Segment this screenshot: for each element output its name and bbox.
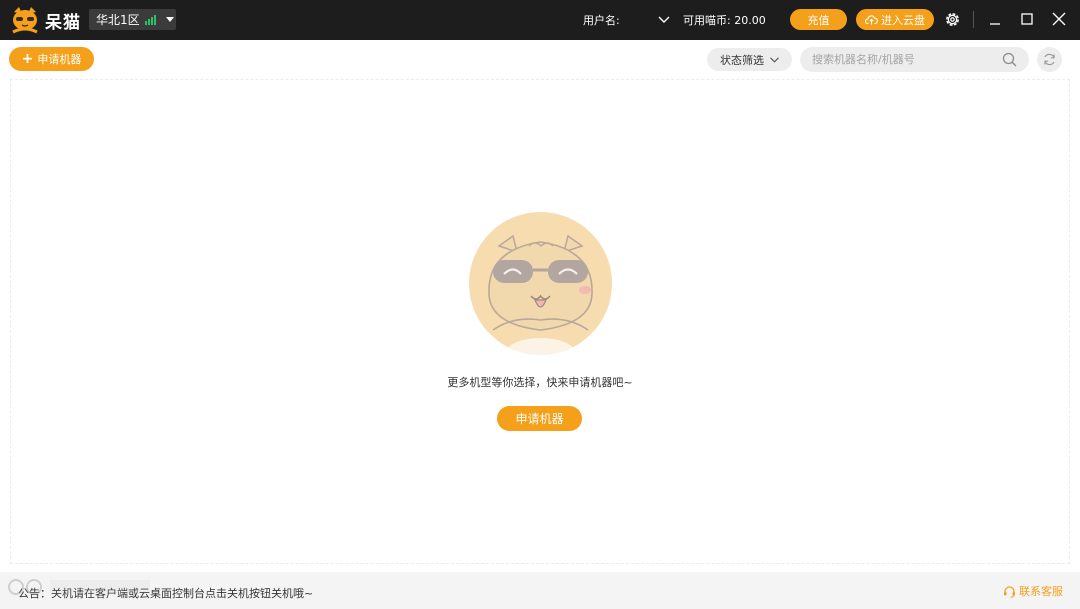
contact-support-label: 联系客服 <box>1019 585 1063 598</box>
contact-support-link[interactable]: 联系客服 <box>1003 583 1063 599</box>
close-icon[interactable] <box>1052 12 1066 26</box>
titlebar-divider <box>973 11 974 28</box>
refresh-icon <box>1044 53 1055 66</box>
apply-machine-label: 申请机器 <box>37 53 82 66</box>
apply-machine-button[interactable]: + 申请机器 <box>9 47 94 71</box>
cat-logo-icon <box>12 7 38 34</box>
cloud-disk-label: 进入云盘 <box>881 13 925 27</box>
recharge-label: 充值 <box>807 13 830 27</box>
headset-icon <box>1004 585 1015 598</box>
chevron-down-icon[interactable] <box>658 13 670 25</box>
recharge-button[interactable]: 充值 <box>790 9 847 30</box>
app-title: 呆猫 <box>45 13 81 33</box>
empty-state-cat-illustration <box>469 212 612 355</box>
region-selector[interactable]: 华北1区 <box>89 9 176 30</box>
plus-icon: + <box>21 51 34 67</box>
search-icon[interactable] <box>1002 52 1017 67</box>
username-label: 用户名: <box>583 14 620 27</box>
coin-balance: 可用喵币: 20.00 <box>683 14 766 27</box>
chevron-down-icon <box>770 56 779 63</box>
status-filter-dropdown[interactable]: 状态筛选 <box>707 48 792 71</box>
region-label: 华北1区 <box>96 13 140 27</box>
machine-list-panel: 更多机型等你选择，快来申请机器吧~ 申请机器 <box>10 79 1070 564</box>
cloud-upload-icon <box>865 15 878 25</box>
signal-icon <box>144 14 156 25</box>
empty-state-message: 更多机型等你选择，快来申请机器吧~ <box>447 376 633 389</box>
footer-bar: 公告：关机请在客户端或云桌面控制台点击关机按钮关机哦~ 联系客服 <box>0 572 1080 609</box>
gear-icon[interactable] <box>944 11 961 28</box>
status-filter-label: 状态筛选 <box>720 53 764 67</box>
refresh-button[interactable] <box>1037 47 1062 72</box>
cloud-disk-button[interactable]: 进入云盘 <box>856 9 934 30</box>
search-input[interactable] <box>812 51 997 68</box>
announcement-text: 公告：关机请在客户端或云桌面控制台点击关机按钮关机哦~ <box>18 587 314 600</box>
maximize-icon[interactable] <box>1021 13 1033 25</box>
title-bar: 呆猫 华北1区 用户名: 可用喵币: 20.00 充值 进入云盘 <box>0 0 1080 40</box>
apply-machine-button[interactable]: 申请机器 <box>497 406 582 431</box>
apply-machine-label: 申请机器 <box>515 412 564 426</box>
caret-down-icon <box>165 17 174 22</box>
search-box <box>800 47 1029 72</box>
minimize-icon[interactable] <box>989 13 1001 25</box>
